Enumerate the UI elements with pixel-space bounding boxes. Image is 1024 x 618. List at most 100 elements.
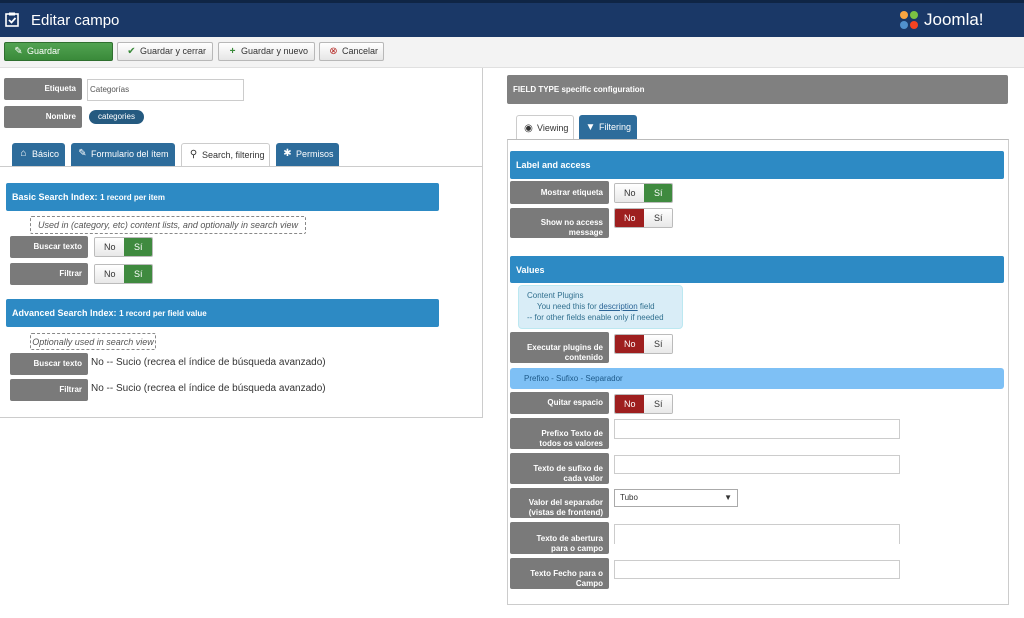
toolbar: ✎ Guardar ✔ Guardar y cerrar + Guardar y… [0,37,1024,68]
info-line1-pre: You need this for [537,302,599,311]
basic-filter-toggle: No Sí [94,264,153,284]
prefix-text-input[interactable] [614,419,900,439]
yes-option[interactable]: Sí [644,209,672,227]
close-text-input[interactable] [614,560,900,579]
yes-option[interactable]: Sí [644,184,672,202]
name-badge: categories [89,110,144,124]
advanced-filter-label: Filtrar [10,379,88,401]
no-option[interactable]: No [95,238,125,256]
wrench-icon: ✱ [283,148,292,159]
separator-label: Valor del separador (vistas de frontend) [510,488,609,518]
tab-basic[interactable]: ⌂ Básico [12,143,65,166]
field-type-config-header: FIELD TYPE specific configuration [507,75,1008,104]
label-field-label: Etiqueta [4,78,82,100]
no-access-label: Show no access message [510,208,609,238]
advanced-filter-value: No -- Sucio (recrea el índice de búsqued… [91,383,326,394]
chevron-down-icon: ▼ [724,493,732,502]
eye-icon: ◉ [524,123,533,134]
show-label-toggle: No Sí [614,183,673,203]
tab-search-filtering[interactable]: ⚲ Search, filtering [181,143,270,166]
yes-option[interactable]: Sí [124,238,152,256]
label-input[interactable]: Categorías [87,79,244,101]
close-text-line2: Campo [575,579,603,588]
open-text-label: Texto de abertura para o campo [510,522,609,554]
remove-space-toggle: No Sí [614,394,673,414]
tab-viewing[interactable]: ◉ Viewing [516,115,574,139]
basic-search-text-toggle: No Sí [94,237,153,257]
open-text-line2: para o campo [550,544,603,553]
remove-space-label: Quitar espacio [510,392,609,414]
page-title: Editar campo [31,12,120,29]
save-new-button-label: Guardar y nuevo [241,46,309,56]
info-line2: -- for other fields enable only if neede… [527,313,664,322]
yes-option[interactable]: Sí [124,265,152,283]
tab-viewing-label: Viewing [537,123,569,133]
save-close-button[interactable]: ✔ Guardar y cerrar [117,42,213,61]
edit-icon: ✎ [14,46,23,57]
edit-icon: ✎ [78,148,87,159]
suffix-text-input[interactable] [614,455,900,474]
yes-option[interactable]: Sí [644,395,672,413]
plus-icon: + [229,46,236,57]
cancel-button-label: Cancelar [342,46,379,56]
advanced-index-title: Advanced Search Index: [12,308,117,318]
save-new-button[interactable]: + Guardar y nuevo [218,42,315,61]
checklist-icon [5,12,19,27]
open-text-line1: Texto de abertura [536,534,603,543]
info-line1-post: field [637,302,655,311]
no-option[interactable]: No [615,209,645,227]
joomla-logo-icon [900,11,918,29]
cancel-icon: ⊗ [329,46,338,57]
prefix-text-label: Prefixo Texto de todos os valores [510,418,609,449]
close-text-label: Texto Fecho para o Campo [510,558,609,589]
no-option[interactable]: No [95,265,125,283]
no-option[interactable]: No [615,184,645,202]
show-label-label: Mostrar etiqueta [510,181,609,204]
joomla-logo: Joomla! [898,9,1010,33]
yes-option[interactable]: Sí [644,335,672,353]
filter-icon: ▼ [585,122,596,133]
app-header: Editar campo Joomla! [0,0,1024,37]
separator-line2: (vistas de frontend) [528,508,603,517]
tab-search-filtering-label: Search, filtering [202,150,265,160]
values-header: Values [510,256,1004,283]
prefix-text-line1: Prefixo Texto de [541,429,603,438]
save-close-button-label: Guardar y cerrar [140,46,207,56]
tab-permissions-label: Permisos [296,149,334,159]
content-plugins-info: Content Plugins You need this for descri… [518,285,683,329]
cancel-button[interactable]: ⊗ Cancelar [319,42,384,61]
basic-filter-label: Filtrar [10,263,88,285]
open-text-input[interactable] [614,524,900,544]
separator-select[interactable]: Tubo ▼ [614,489,738,507]
label-access-header: Label and access [510,151,1004,179]
no-access-label-line2: message [568,228,603,237]
advanced-search-text-value: No -- Sucio (recrea el índice de búsqued… [91,357,326,368]
tab-item-form-label: Formulario del ítem [91,149,169,159]
basic-search-text-label: Buscar texto [10,236,88,258]
advanced-index-subtitle: 1 record per field value [119,309,207,318]
info-title: Content Plugins [527,291,584,300]
check-icon: ✔ [127,46,136,57]
separator-selected-value: Tubo [620,493,638,502]
tab-item-form[interactable]: ✎ Formulario del ítem [71,143,175,166]
suffix-text-label: Texto de sufixo de cada valor [510,453,609,484]
execute-plugins-toggle: No Sí [614,334,673,354]
home-icon: ⌂ [20,148,27,159]
save-button[interactable]: ✎ Guardar [4,42,113,61]
no-access-label-line1: Show no access [540,218,603,227]
search-icon: ⚲ [189,149,198,160]
execute-plugins-label: Executar plugins de contenido [510,332,609,363]
no-access-toggle: No Sí [614,208,673,228]
info-line1: You need this for description field [527,301,674,312]
no-option[interactable]: No [615,395,645,413]
tab-filtering-label: Filtering [599,122,632,132]
description-link[interactable]: description [599,302,638,311]
separator-line1: Valor del separador [528,498,603,507]
name-field-label: Nombre [4,106,82,128]
save-button-label: Guardar [27,46,61,56]
basic-index-note: Used in (category, etc) content lists, a… [30,216,306,234]
tab-basic-label: Básico [32,149,60,159]
tab-filtering[interactable]: ▼ Filtering [579,115,637,139]
tab-permissions[interactable]: ✱ Permisos [276,143,339,166]
no-option[interactable]: No [615,335,645,353]
